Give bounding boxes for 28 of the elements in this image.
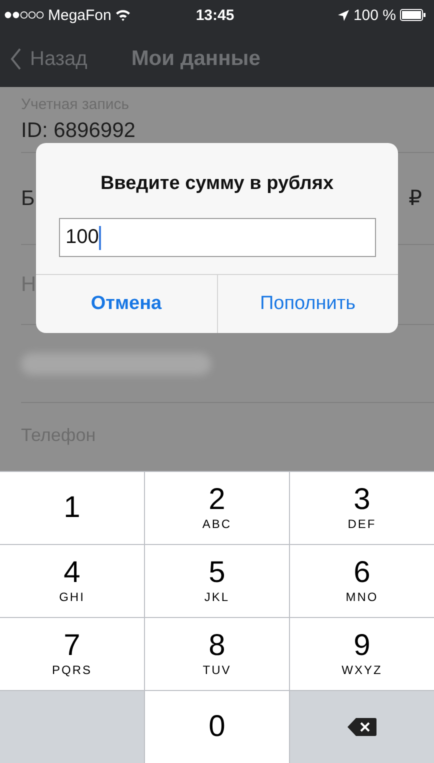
row-text: ₽ <box>408 186 422 211</box>
status-time: 13:45 <box>196 6 234 24</box>
account-id: ID: 6896992 <box>21 119 136 143</box>
dialog-button[interactable]: Пополнить <box>216 275 398 333</box>
battery-percent: 100 % <box>353 6 396 24</box>
location-arrow-icon <box>338 10 350 20</box>
signal-icon <box>4 10 44 20</box>
battery-icon <box>400 9 426 21</box>
amount-field[interactable]: 100 <box>58 218 376 257</box>
digit-key[interactable]: 2 ABC <box>145 472 289 544</box>
backspace-icon <box>347 717 377 737</box>
backspace-key[interactable] <box>290 691 434 763</box>
dialog-button[interactable]: Отмена <box>36 275 216 333</box>
digit-key[interactable]: 6 MNO <box>290 545 434 617</box>
carrier-name: MegaFon <box>48 6 112 24</box>
digit-key[interactable]: 0 <box>145 691 289 763</box>
digit-key[interactable]: 8 TUV <box>145 618 289 690</box>
digit-key[interactable]: 3 DEF <box>290 472 434 544</box>
digit-key[interactable]: 1 <box>0 472 144 544</box>
dialog-title: Введите сумму в рублях <box>100 173 334 195</box>
chevron-left-icon <box>10 48 22 70</box>
wifi-icon <box>115 9 132 21</box>
digit-key[interactable]: 7 PQRS <box>0 618 144 690</box>
digit-key[interactable]: 5 JKL <box>145 545 289 617</box>
row-text: Б <box>21 186 35 210</box>
digit-key[interactable]: 4 GHI <box>0 545 144 617</box>
digit-key[interactable]: 9 WXYZ <box>290 618 434 690</box>
screen-title: Мои данные <box>131 47 260 71</box>
